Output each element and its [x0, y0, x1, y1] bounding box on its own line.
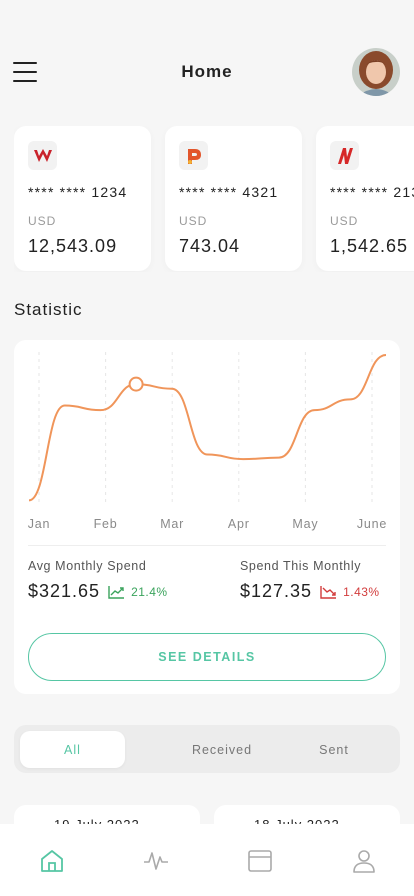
- x-tick-label: Feb: [94, 517, 118, 531]
- series-line: [28, 354, 387, 502]
- account-card[interactable]: **** **** 1234 USD 12,543.09: [14, 126, 151, 271]
- x-tick-label: Apr: [228, 517, 250, 531]
- nav-cards[interactable]: [247, 848, 273, 874]
- trend-down: 1.43%: [320, 585, 380, 599]
- card-number: **** **** 1234: [28, 184, 128, 200]
- x-tick-label: June: [357, 517, 387, 531]
- tab-all[interactable]: All: [20, 731, 125, 768]
- card-balance: 1,542.65: [330, 236, 409, 256]
- profile-icon: [353, 850, 375, 873]
- statistic-title: Statistic: [14, 300, 83, 319]
- spend-line-chart: Jan Feb Mar Apr May June: [28, 352, 387, 531]
- x-tick-label: Jan: [28, 517, 51, 531]
- card-icon: [248, 850, 272, 872]
- x-tick-label: Mar: [160, 517, 184, 531]
- highlight-point[interactable]: [128, 376, 144, 392]
- tab-received[interactable]: Received: [174, 731, 270, 768]
- home-icon: [41, 850, 63, 872]
- tab-sent[interactable]: Sent: [294, 731, 374, 768]
- account-card[interactable]: **** **** 4321 USD 743.04: [165, 126, 302, 271]
- spend-this-month: Spend This Monthly $127.35 1.43%: [240, 559, 380, 602]
- bank-logo-p: [179, 141, 208, 170]
- trend-value: 21.4%: [131, 584, 168, 599]
- activity-icon: [144, 852, 168, 870]
- transaction-tabs: All Received Sent: [14, 725, 400, 773]
- trend-up-icon: [108, 585, 125, 599]
- divider: [28, 545, 386, 546]
- account-card[interactable]: **** **** 2134 USD 1,542.65: [316, 126, 414, 271]
- card-number: **** **** 2134: [330, 184, 414, 200]
- avg-monthly-spend: Avg Monthly Spend $321.65 21.4%: [28, 559, 168, 602]
- bank-logo-w: [28, 141, 57, 170]
- metric-label: Avg Monthly Spend: [28, 559, 147, 573]
- metric-value: $321.65: [28, 581, 101, 601]
- avatar[interactable]: [352, 48, 400, 96]
- x-tick-label: May: [292, 517, 318, 531]
- card-carousel[interactable]: **** **** 1234 USD 12,543.09 **** **** 4…: [14, 126, 414, 272]
- trend-down-icon: [320, 585, 337, 599]
- metric-value: $127.35: [240, 581, 313, 601]
- statistic-card: Jan Feb Mar Apr May June Avg Monthly Spend $3…: [14, 340, 400, 694]
- nav-home[interactable]: [39, 848, 65, 874]
- avatar-image: [352, 48, 400, 96]
- card-number: **** **** 4321: [179, 184, 279, 200]
- see-details-button[interactable]: SEE DETAILS: [28, 633, 386, 681]
- nav-activity[interactable]: [143, 848, 169, 874]
- metric-label: Spend This Monthly: [240, 559, 362, 573]
- card-currency: USD: [28, 214, 57, 228]
- card-balance: 743.04: [179, 236, 241, 256]
- header: Home: [0, 0, 414, 120]
- card-balance: 12,543.09: [28, 236, 118, 256]
- card-currency: USD: [179, 214, 208, 228]
- trend-value: 1.43%: [343, 584, 380, 599]
- bank-logo-n: [330, 141, 359, 170]
- bottom-nav: [0, 824, 414, 896]
- nav-profile[interactable]: [351, 848, 377, 874]
- card-currency: USD: [330, 214, 359, 228]
- trend-up: 21.4%: [108, 585, 168, 599]
